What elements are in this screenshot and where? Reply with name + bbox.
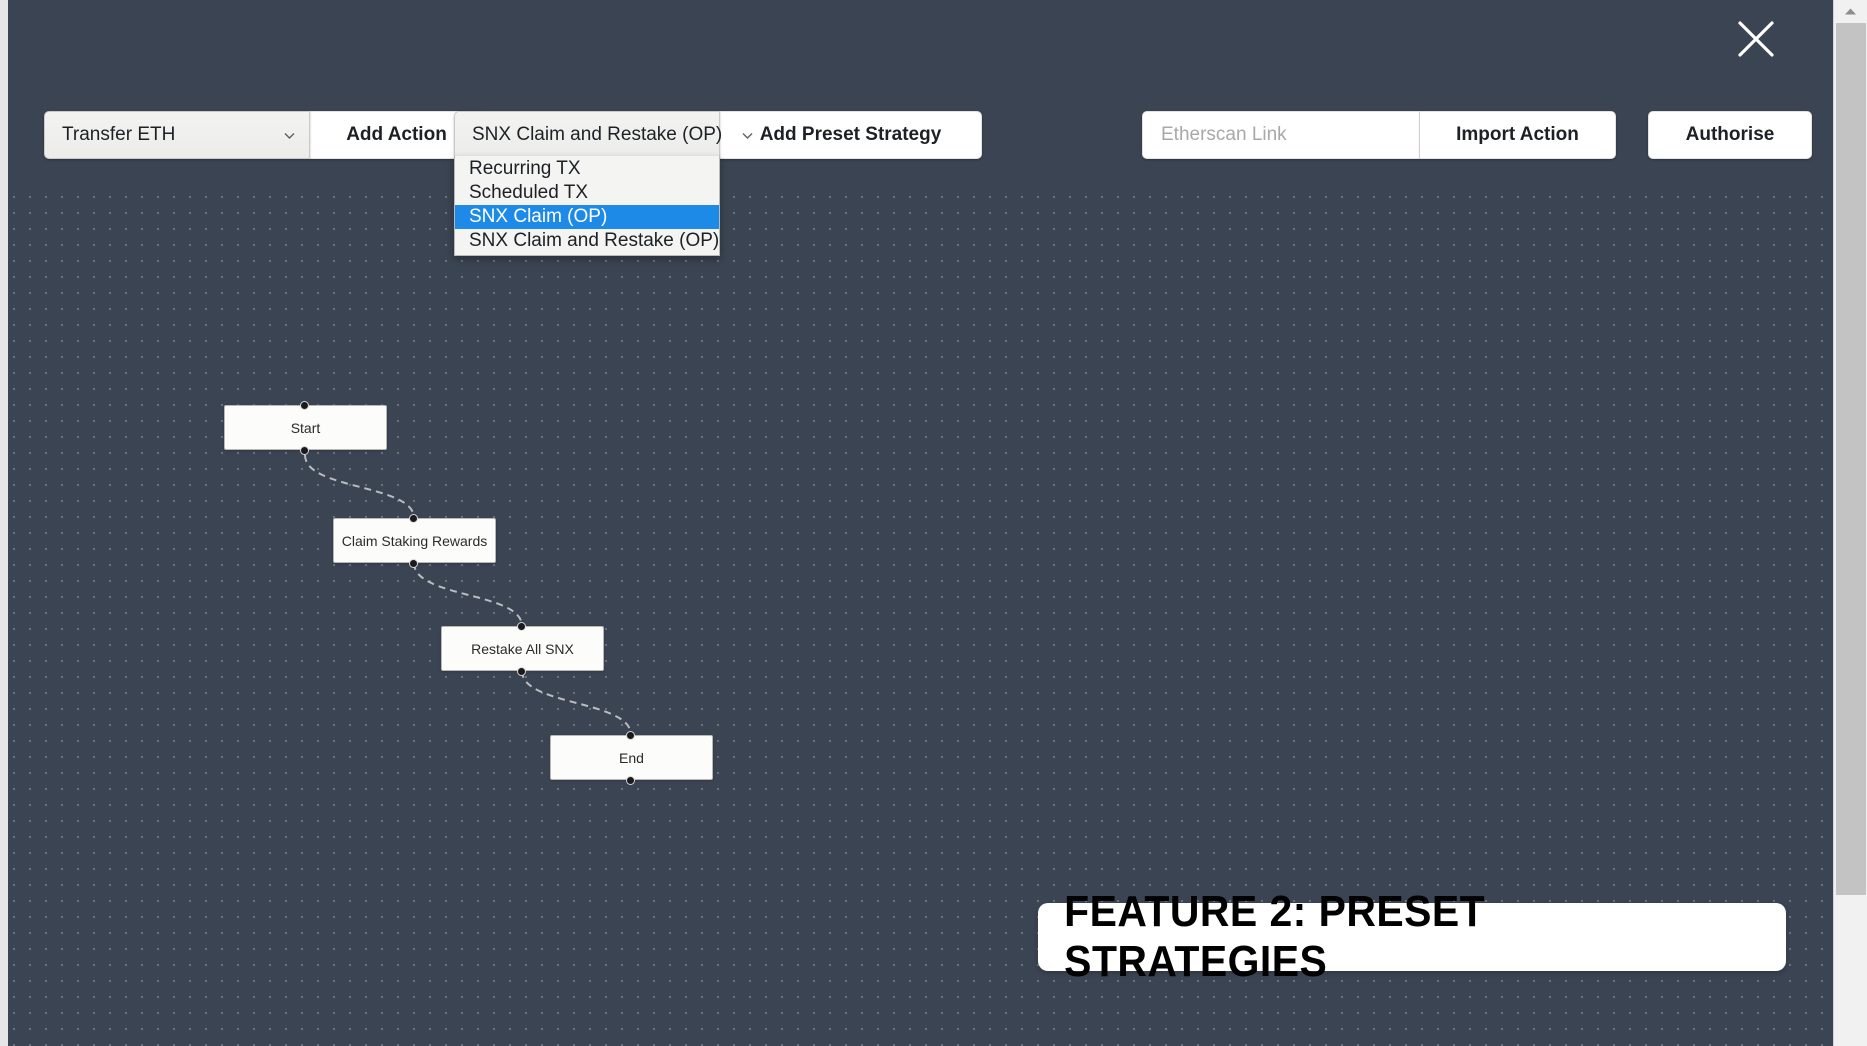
- preset-strategy-dropdown-list[interactable]: Recurring TX Scheduled TX SNX Claim (OP)…: [454, 156, 720, 256]
- dropdown-option-scheduled-tx[interactable]: Scheduled TX: [455, 181, 719, 205]
- flow-node-label: Restake All SNX: [471, 640, 574, 657]
- preset-strategy-select[interactable]: SNX Claim and Restake (OP): [454, 111, 753, 159]
- node-handle-bottom[interactable]: [300, 445, 309, 455]
- flow-node-start[interactable]: Start: [224, 400, 387, 455]
- node-handle-top[interactable]: [626, 730, 635, 740]
- flow-node-label: Start: [290, 419, 321, 436]
- preset-strategy-select-value: SNX Claim and Restake (OP): [472, 124, 723, 145]
- action-type-select[interactable]: Transfer ETH: [44, 111, 310, 159]
- feature-banner: FEATURE 2: PRESET STRATEGIES: [1038, 887, 1786, 986]
- app-surface: Transfer ETH Add Action SNX Claim and Re…: [8, 0, 1833, 1046]
- node-handle-top[interactable]: [517, 621, 526, 631]
- close-x-icon: [1731, 14, 1781, 64]
- preset-strategy-group: SNX Claim and Restake (OP) Add Preset St…: [454, 111, 982, 159]
- import-group: Etherscan Link Import Action: [1142, 111, 1616, 159]
- flow-node-label: End: [619, 749, 644, 766]
- add-preset-strategy-button[interactable]: Add Preset Strategy: [720, 111, 982, 159]
- authorise-group: Authorise: [1648, 111, 1812, 159]
- dropdown-option-snx-claim-op[interactable]: SNX Claim (OP): [455, 205, 719, 229]
- node-handle-top[interactable]: [409, 513, 418, 523]
- scroll-up-arrow-icon: [1844, 7, 1857, 16]
- flow-node-label: Claim Staking Rewards: [341, 532, 488, 549]
- close-button[interactable]: [1731, 14, 1781, 64]
- scrollbar-thumb[interactable]: [1836, 23, 1866, 895]
- dropdown-option-recurring-tx[interactable]: Recurring TX: [455, 157, 719, 181]
- flow-node-claim-staking-rewards[interactable]: Claim Staking Rewards: [333, 513, 496, 568]
- dropdown-option-snx-claim-and-restake-op[interactable]: SNX Claim and Restake (OP): [455, 229, 719, 253]
- etherscan-link-placeholder: Etherscan Link: [1161, 124, 1287, 145]
- toolbar: Transfer ETH Add Action SNX Claim and Re…: [8, 111, 1833, 159]
- action-type-select-value: Transfer ETH: [62, 124, 176, 145]
- node-handle-bottom[interactable]: [409, 558, 418, 568]
- left-gutter-strip: [0, 0, 8, 1046]
- vertical-scrollbar[interactable]: [1833, 0, 1867, 1046]
- scroll-up-button[interactable]: [1834, 0, 1867, 22]
- chevron-down-icon: [740, 128, 755, 143]
- authorise-button[interactable]: Authorise: [1648, 111, 1812, 159]
- chevron-down-icon: [282, 128, 297, 143]
- flow-node-end[interactable]: End: [550, 730, 713, 785]
- etherscan-link-input[interactable]: Etherscan Link: [1142, 111, 1420, 159]
- node-handle-bottom[interactable]: [626, 775, 635, 785]
- flow-node-restake-all-snx[interactable]: Restake All SNX: [441, 621, 604, 676]
- node-handle-top[interactable]: [300, 400, 309, 410]
- feature-banner-text: FEATURE 2: PRESET STRATEGIES: [1064, 887, 1486, 986]
- node-handle-bottom[interactable]: [517, 666, 526, 676]
- action-group: Transfer ETH Add Action: [44, 111, 484, 159]
- import-action-button[interactable]: Import Action: [1420, 111, 1616, 159]
